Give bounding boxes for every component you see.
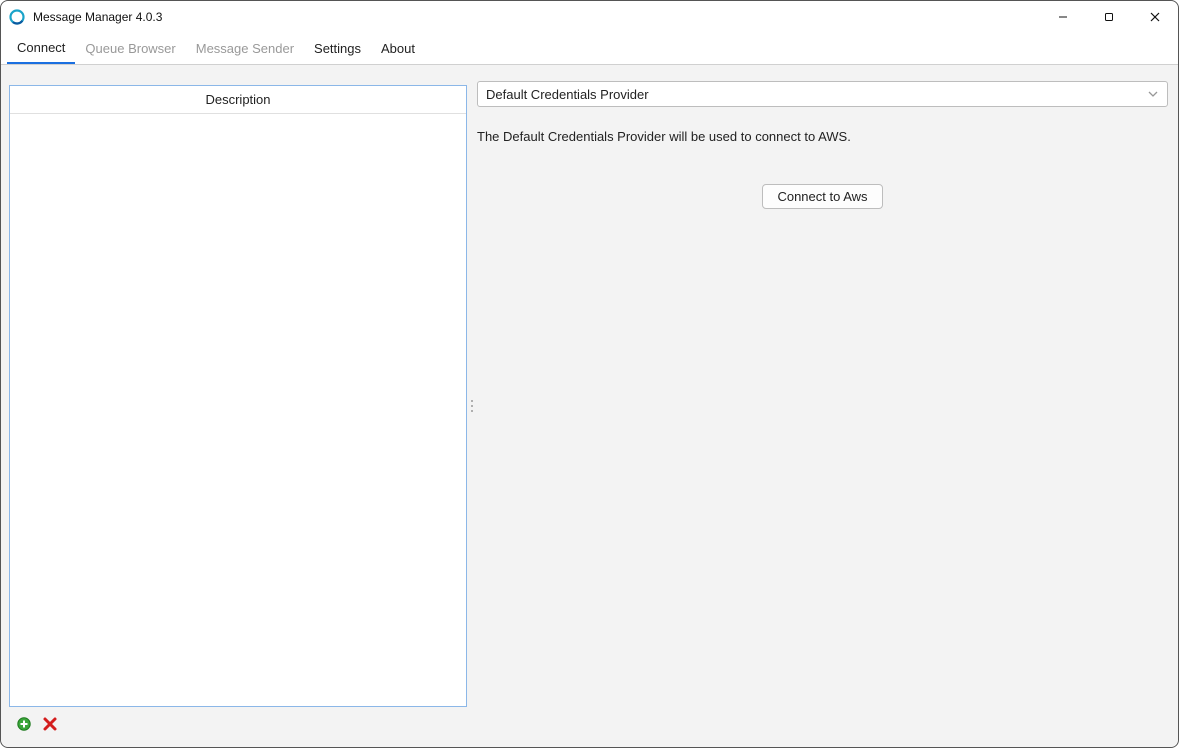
provider-info-text: The Default Credentials Provider will be… [477,129,1168,144]
pane-splitter[interactable] [467,65,477,747]
app-icon [9,9,25,25]
add-connection-button[interactable] [15,717,33,735]
column-header-description[interactable]: Description [10,86,466,114]
connections-table[interactable]: Description [9,85,467,707]
tab-about[interactable]: About [371,33,425,64]
credentials-provider-selected: Default Credentials Provider [486,87,649,102]
tab-settings[interactable]: Settings [304,33,371,64]
tab-bar: Connect Queue Browser Message Sender Set… [1,33,1178,65]
connect-to-aws-button[interactable]: Connect to Aws [762,184,882,209]
plus-circle-icon [16,716,32,737]
window-title: Message Manager 4.0.3 [33,10,162,24]
delete-connection-button[interactable] [41,717,59,735]
credentials-provider-select[interactable]: Default Credentials Provider [477,81,1168,107]
window-controls [1040,1,1178,33]
content-area: Description [1,65,1178,747]
app-window: Message Manager 4.0.3 Connect Queue Brow… [0,0,1179,748]
chevron-down-icon [1147,88,1159,100]
grip-vertical-icon [471,400,473,412]
window-minimize-button[interactable] [1040,1,1086,33]
window-maximize-button[interactable] [1086,1,1132,33]
title-bar: Message Manager 4.0.3 [1,1,1178,33]
connection-details-pane: Default Credentials Provider The Default… [477,65,1178,747]
tab-connect[interactable]: Connect [7,33,75,64]
tab-message-sender: Message Sender [186,33,304,64]
x-red-icon [42,716,58,737]
connections-pane: Description [1,65,467,747]
tab-queue-browser: Queue Browser [75,33,185,64]
window-close-button[interactable] [1132,1,1178,33]
connections-actions [9,713,467,739]
